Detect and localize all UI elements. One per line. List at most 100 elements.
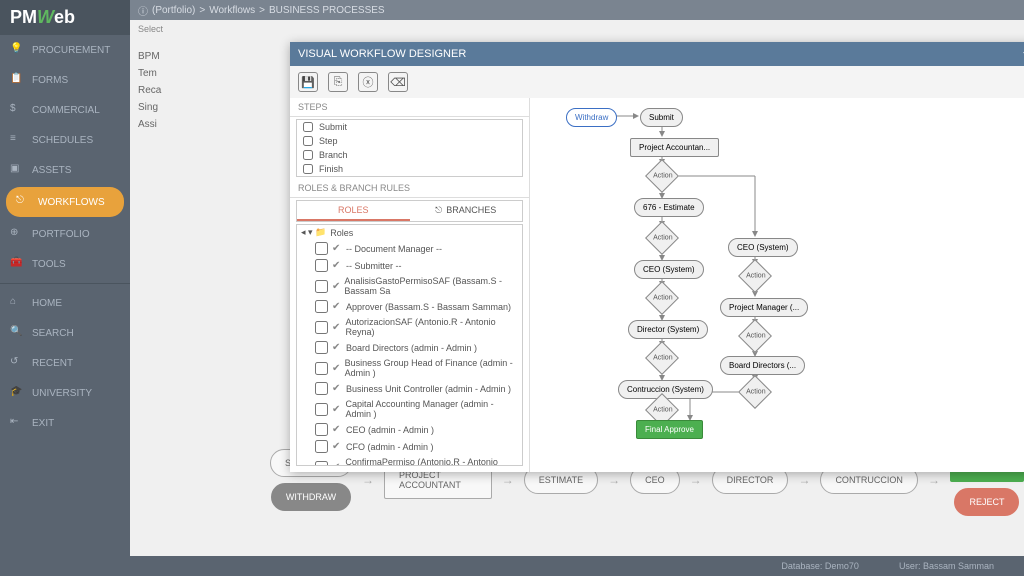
export-icon[interactable]: ⎘ xyxy=(328,72,348,92)
step-row[interactable]: Submit xyxy=(297,120,522,134)
role-checkbox[interactable] xyxy=(315,321,328,334)
wf-board[interactable]: Board Directors (... xyxy=(720,356,805,375)
step-checkbox[interactable] xyxy=(303,150,313,160)
role-row[interactable]: ✔Board Directors (admin - Admin ) xyxy=(297,339,522,356)
role-checkbox[interactable] xyxy=(315,440,328,453)
role-row[interactable]: ✔ConfirmaPermiso (Antonio.R - Antonio Re… xyxy=(297,455,522,466)
roles-header: ROLES & BRANCH RULES xyxy=(290,179,529,198)
modal-titlebar: VISUAL WORKFLOW DESIGNER ⟲ — ◻ ✕ xyxy=(290,42,1024,66)
exit-icon: ⇤ xyxy=(10,416,24,430)
check-icon: ✔ xyxy=(332,342,342,353)
tab-branches[interactable]: ⎋BRANCHES xyxy=(410,201,523,221)
role-checkbox[interactable] xyxy=(315,341,328,354)
clear-icon[interactable]: ⌫ xyxy=(388,72,408,92)
role-row[interactable]: ✔CEO (admin - Admin ) xyxy=(297,421,522,438)
step-checkbox[interactable] xyxy=(303,122,313,132)
sidebar-item-home[interactable]: ⌂HOME xyxy=(0,288,130,318)
workflow-canvas[interactable]: Withdraw Submit Project Accountan... Act… xyxy=(530,98,1024,472)
sidebar-item-tools[interactable]: 🧰TOOLS xyxy=(0,249,130,279)
logo: PMWeb xyxy=(0,0,130,35)
wf-action-1[interactable]: Action xyxy=(645,159,679,193)
sidebar-item-exit[interactable]: ⇤EXIT xyxy=(0,408,130,438)
roles-root[interactable]: ◂ ▾ 📁 Roles xyxy=(297,225,522,240)
sidebar-item-recent[interactable]: ↺RECENT xyxy=(0,348,130,378)
sidebar-item-search[interactable]: 🔍SEARCH xyxy=(0,318,130,348)
university-icon: 🎓 xyxy=(10,386,24,400)
wf-final-approve[interactable]: Final Approve xyxy=(636,420,703,439)
sidebar-item-forms[interactable]: 📋FORMS xyxy=(0,65,130,95)
wf-proj-acct[interactable]: Project Accountan... xyxy=(630,138,719,157)
role-checkbox[interactable] xyxy=(315,403,328,416)
schedules-icon: ≡ xyxy=(10,133,24,147)
wf-action-6[interactable]: Action xyxy=(738,259,772,293)
role-row[interactable]: ✔CFO (admin - Admin ) xyxy=(297,438,522,455)
footer: Database: Demo70 User: Bassam Samman xyxy=(130,556,1024,576)
wf-action-3[interactable]: Action xyxy=(645,281,679,315)
modal-title: VISUAL WORKFLOW DESIGNER xyxy=(298,48,466,60)
role-row[interactable]: ✔Capital Accounting Manager (admin - Adm… xyxy=(297,397,522,421)
role-checkbox[interactable] xyxy=(315,259,328,272)
step-row[interactable]: Step xyxy=(297,134,522,148)
forms-icon: 📋 xyxy=(10,73,24,87)
role-checkbox[interactable] xyxy=(315,461,328,467)
steps-header: STEPS xyxy=(290,98,529,117)
wf-estimate[interactable]: 676 - Estimate xyxy=(634,198,704,217)
check-icon: ✔ xyxy=(332,462,341,467)
delete-icon[interactable]: ⓧ xyxy=(358,72,378,92)
sidebar-item-commercial[interactable]: $COMMERCIAL xyxy=(0,95,130,125)
wf-action-2[interactable]: Action xyxy=(645,221,679,255)
role-row[interactable]: ✔Business Group Head of Finance (admin -… xyxy=(297,356,522,380)
save-icon[interactable]: 💾 xyxy=(298,72,318,92)
sidebar-item-schedules[interactable]: ≡SCHEDULES xyxy=(0,125,130,155)
workflow-designer-modal: VISUAL WORKFLOW DESIGNER ⟲ — ◻ ✕ 💾 ⎘ ⓧ ⌫ xyxy=(290,42,1024,472)
wf-proj-mgr[interactable]: Project Manager (... xyxy=(720,298,808,317)
check-icon: ✔ xyxy=(332,243,342,254)
role-checkbox[interactable] xyxy=(315,300,328,313)
tools-icon: 🧰 xyxy=(10,257,24,271)
step-checkbox[interactable] xyxy=(303,164,313,174)
role-checkbox[interactable] xyxy=(315,362,328,375)
bg-node-withdraw: WITHDRAW xyxy=(271,483,351,511)
home-icon: ⌂ xyxy=(10,296,24,310)
role-row[interactable]: ✔-- Document Manager -- xyxy=(297,240,522,257)
check-icon: ✔ xyxy=(332,441,342,452)
check-icon: ✔ xyxy=(332,322,342,333)
sidebar-item-portfolio[interactable]: ⊕PORTFOLIO xyxy=(0,219,130,249)
wf-action-7[interactable]: Action xyxy=(738,319,772,353)
step-checkbox[interactable] xyxy=(303,136,313,146)
role-row[interactable]: ✔Business Unit Controller (admin - Admin… xyxy=(297,380,522,397)
role-row[interactable]: ✔Approver (Bassam.S - Bassam Samman) xyxy=(297,298,522,315)
wf-submit[interactable]: Submit xyxy=(640,108,683,127)
search-icon: 🔍 xyxy=(10,326,24,340)
role-row[interactable]: ✔AnalisisGastoPermisoSAF (Bassam.S - Bas… xyxy=(297,274,522,298)
role-row[interactable]: ✔-- Submitter -- xyxy=(297,257,522,274)
check-icon: ✔ xyxy=(332,383,342,394)
breadcrumb: ⓘ (Portfolio) > Workflows > BUSINESS PRO… xyxy=(130,0,1024,20)
sidebar-item-assets[interactable]: ▣ASSETS xyxy=(0,155,130,185)
step-row[interactable]: Finish xyxy=(297,162,522,176)
select-label: Select xyxy=(138,24,163,34)
check-icon: ✔ xyxy=(332,424,342,435)
procurement-icon: 💡 xyxy=(10,43,24,57)
tab-roles[interactable]: ROLES xyxy=(297,201,410,221)
wf-ceo-2[interactable]: CEO (System) xyxy=(728,238,798,257)
sidebar-item-procurement[interactable]: 💡PROCUREMENT xyxy=(0,35,130,65)
sidebar-item-university[interactable]: 🎓UNIVERSITY xyxy=(0,378,130,408)
wf-action-4[interactable]: Action xyxy=(645,341,679,375)
wf-director[interactable]: Director (System) xyxy=(628,320,708,339)
check-icon: ✔ xyxy=(332,404,342,415)
step-row[interactable]: Branch xyxy=(297,148,522,162)
role-checkbox[interactable] xyxy=(315,382,328,395)
wf-ceo[interactable]: CEO (System) xyxy=(634,260,704,279)
bg-tabs: BPM Tem Reca Sing Assi xyxy=(138,48,161,133)
wf-withdraw[interactable]: Withdraw xyxy=(566,108,617,127)
assets-icon: ▣ xyxy=(10,163,24,177)
role-checkbox[interactable] xyxy=(315,423,328,436)
check-icon: ✔ xyxy=(332,281,340,292)
role-row[interactable]: ✔AutorizacionSAF (Antonio.R - Antonio Re… xyxy=(297,315,522,339)
sidebar-item-workflows[interactable]: ⎋WORKFLOWS xyxy=(6,187,124,217)
check-icon: ✔ xyxy=(332,363,341,374)
role-checkbox[interactable] xyxy=(315,242,328,255)
role-checkbox[interactable] xyxy=(315,280,328,293)
wf-action-8[interactable]: Action xyxy=(738,375,772,409)
